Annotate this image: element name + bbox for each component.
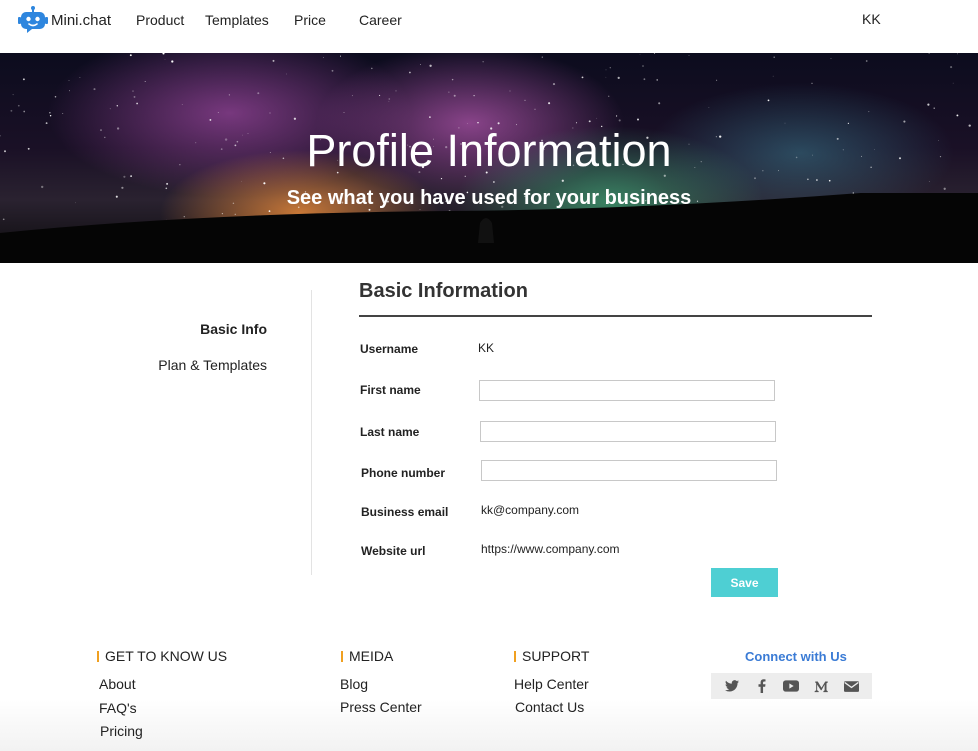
heading-accent-bar — [514, 650, 516, 662]
footer-link-about[interactable]: About — [99, 676, 136, 692]
brand-name: Mini.chat — [51, 11, 112, 29]
business-email-label: Business email — [361, 505, 449, 519]
section-title: Basic Information — [359, 280, 528, 302]
heading-accent-bar — [341, 650, 343, 662]
twitter-icon[interactable] — [724, 678, 740, 694]
hero-subtitle: See what you have used for your business — [286, 187, 692, 209]
hero-banner: Profile Information See what you have us… — [0, 53, 978, 263]
last-name-label: Last name — [360, 425, 420, 439]
footer-link-press-center[interactable]: Press Center — [340, 699, 422, 715]
footer-link-pricing[interactable]: Pricing — [100, 723, 143, 739]
nav-item-product[interactable]: Product — [136, 12, 184, 28]
sidebar-item-plan-templates[interactable]: Plan & Templates — [158, 357, 267, 373]
footer-heading-label: MEIDA — [349, 648, 394, 664]
robot-logo-icon — [18, 6, 48, 33]
footer-heading-meida: MEIDA — [341, 648, 393, 664]
website-url-label: Website url — [361, 544, 426, 558]
facebook-icon[interactable] — [754, 678, 770, 694]
footer-link-faqs[interactable]: FAQ's — [99, 700, 137, 716]
username-label: Username — [360, 342, 419, 356]
nav-item-price[interactable]: Price — [294, 12, 326, 28]
nav-item-career[interactable]: Career — [359, 12, 402, 28]
footer-heading-support: SUPPORT — [514, 648, 589, 664]
footer-heading-label: SUPPORT — [522, 648, 590, 664]
sidebar-item-basic-info[interactable]: Basic Info — [200, 321, 267, 337]
connect-with-us-title: Connect with Us — [745, 649, 847, 664]
user-menu[interactable]: KK — [862, 11, 881, 27]
brand-logo[interactable]: Mini.chat — [18, 5, 111, 33]
footer-background — [0, 700, 978, 751]
section-divider — [359, 315, 872, 317]
footer-link-blog[interactable]: Blog — [340, 676, 368, 692]
phone-number-input[interactable] — [481, 460, 777, 481]
heading-accent-bar — [97, 650, 99, 662]
website-url-value: https://www.company.com — [481, 542, 620, 556]
footer-heading-get-to-know-us: GET TO KNOW US — [97, 648, 227, 664]
nav-item-templates[interactable]: Templates — [205, 12, 269, 28]
youtube-icon[interactable] — [783, 678, 800, 694]
save-button[interactable]: Save — [711, 568, 778, 597]
first-name-label: First name — [360, 383, 421, 397]
social-links — [711, 673, 872, 699]
business-email-value: kk@company.com — [481, 503, 579, 517]
phone-number-label: Phone number — [361, 466, 446, 480]
username-value: KK — [478, 341, 495, 355]
footer-heading-label: GET TO KNOW US — [105, 648, 228, 664]
hero-title: Profile Information — [306, 125, 672, 176]
email-icon[interactable] — [843, 678, 859, 694]
medium-icon[interactable] — [813, 678, 829, 694]
footer-link-help-center[interactable]: Help Center — [514, 676, 589, 692]
footer-link-contact-us[interactable]: Contact Us — [515, 699, 584, 715]
last-name-input[interactable] — [480, 421, 776, 442]
top-navigation: Mini.chat Product Templates Price Career… — [0, 0, 978, 52]
sidebar-divider — [311, 290, 312, 575]
first-name-input[interactable] — [479, 380, 775, 401]
